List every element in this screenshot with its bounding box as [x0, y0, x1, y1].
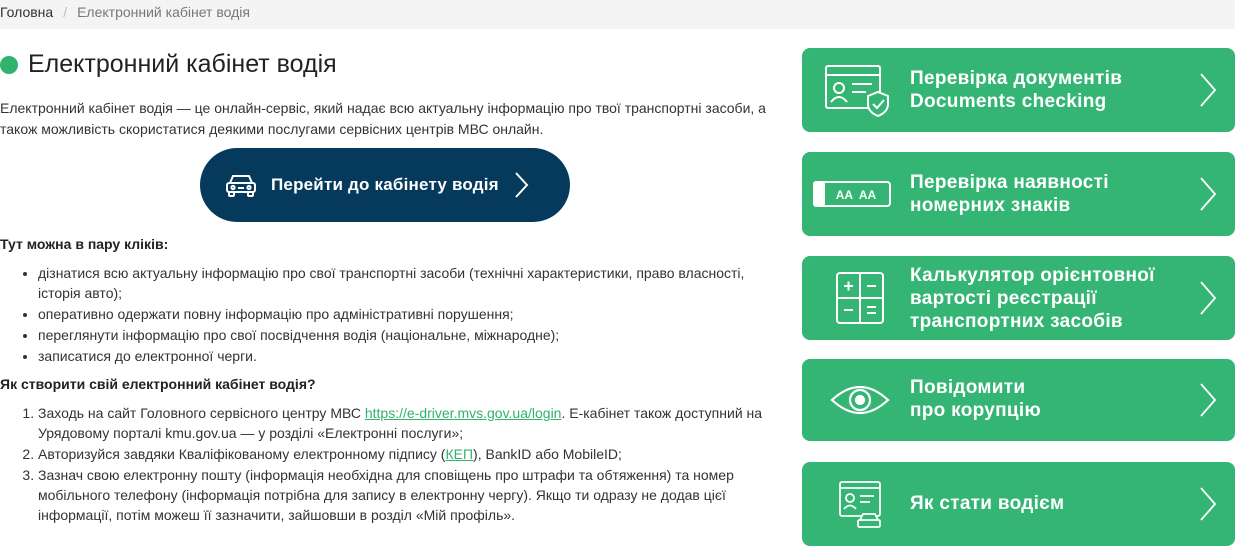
list-item: дізнатися всю актуальну інформацію про с…	[38, 263, 778, 303]
kep-link[interactable]: КЕП	[445, 446, 473, 462]
e-driver-link[interactable]: https://e-driver.mvs.gov.ua/login	[365, 405, 562, 421]
car-icon	[226, 175, 256, 197]
chevron-right-icon	[1200, 281, 1217, 315]
list-item: Зазнач свою електронну пошту (інформація…	[38, 465, 778, 525]
steps-list: Заходь на сайт Головного сервісного цент…	[38, 403, 778, 526]
card-label: Повідомити про корупцію	[910, 377, 1042, 421]
list-item: переглянути інформацію про свої посвідче…	[38, 325, 778, 345]
card-label: Перевірка документів Documents checking	[910, 68, 1123, 112]
documents-checking-card[interactable]: Перевірка документів Documents checking	[802, 48, 1235, 132]
list-item: Авторизуйся завдяки Кваліфікованому елек…	[38, 444, 778, 464]
chevron-right-icon	[1200, 177, 1217, 211]
report-corruption-card[interactable]: Повідомити про корупцію	[802, 359, 1235, 441]
title-row: Електронний кабінет водія	[0, 50, 337, 79]
cta-label: Перейти до кабінету водія	[271, 175, 499, 194]
svg-text:AA AA: AA AA	[836, 188, 877, 202]
card-label: Як стати водієм	[910, 493, 1065, 514]
calculator-icon	[836, 272, 884, 324]
registration-cost-calculator-card[interactable]: Калькулятор орієнтовної вартості реєстра…	[802, 256, 1235, 340]
features-heading: Тут можна в пару кліків:	[0, 236, 169, 252]
breadcrumb-home-link[interactable]: Головна	[0, 4, 53, 20]
features-list: дізнатися всю актуальну інформацію про с…	[38, 263, 778, 367]
chevron-right-icon	[1200, 383, 1217, 417]
page-title: Електронний кабінет водія	[28, 50, 337, 78]
driver-license-icon	[839, 481, 881, 528]
chevron-right-icon	[1200, 73, 1217, 107]
go-to-driver-cabinet-button[interactable]: Перейти до кабінету водія	[200, 148, 570, 222]
id-card-shield-icon	[825, 65, 889, 118]
list-item: Заходь на сайт Головного сервісного цент…	[38, 403, 778, 443]
breadcrumb-separator: /	[63, 4, 68, 20]
license-plate-check-card[interactable]: AA AA Перевірка наявності номерних знакі…	[802, 152, 1235, 236]
become-driver-card[interactable]: Як стати водієм	[802, 462, 1235, 546]
license-plate-icon: AA AA	[813, 181, 891, 207]
intro-text: Електронний кабінет водія — це онлайн-се…	[0, 100, 766, 137]
chevron-right-icon	[515, 172, 529, 198]
green-dot-icon	[0, 55, 18, 74]
howto-heading: Як створити свій електронний кабінет вод…	[0, 376, 316, 392]
list-item: записатися до електронної черги.	[38, 346, 778, 366]
card-label: Калькулятор орієнтовної вартості реєстра…	[910, 265, 1155, 332]
card-label: Перевірка наявності номерних знаків	[910, 172, 1109, 216]
breadcrumb-current: Електронний кабінет водія	[77, 4, 250, 20]
breadcrumb: Головна / Електронний кабінет водія	[0, 0, 1235, 29]
eye-icon	[830, 386, 890, 414]
chevron-right-icon	[1200, 487, 1217, 521]
list-item: оперативно одержати повну інформацію про…	[38, 304, 778, 324]
